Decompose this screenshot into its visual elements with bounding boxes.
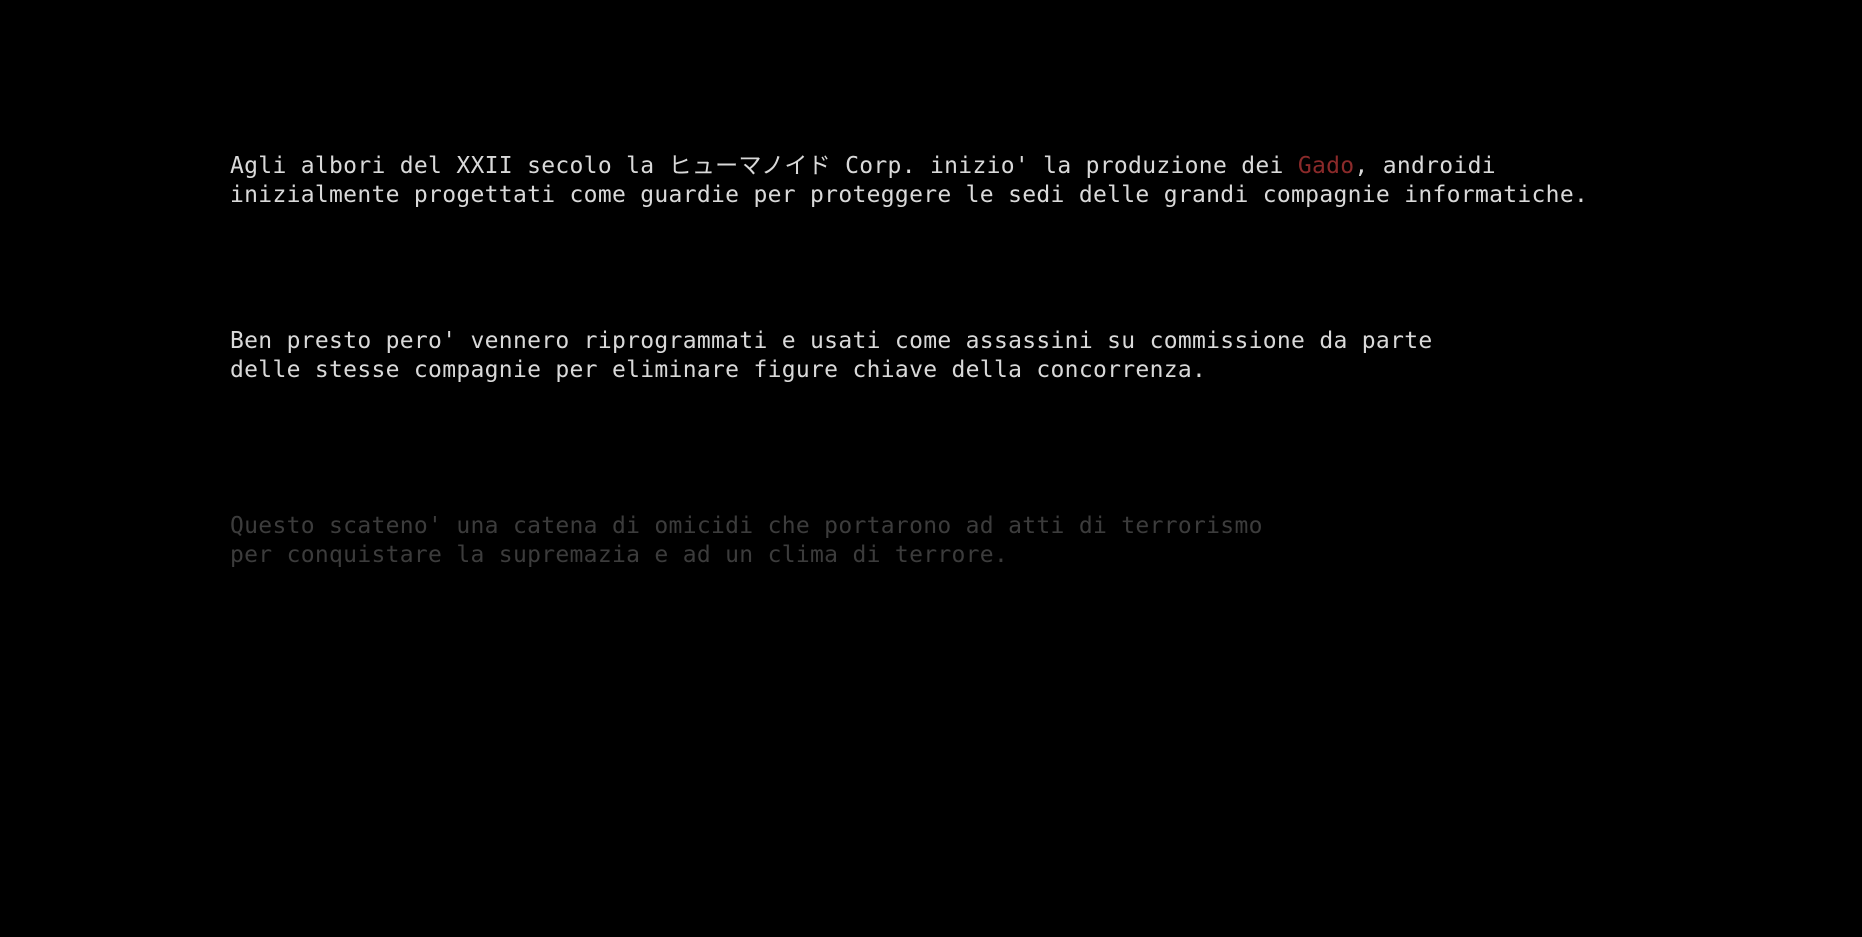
story-paragraph-1: Agli albori del XXII secolo la ヒューマノイド C… <box>230 152 1588 210</box>
story-intro-screen: Agli albori del XXII secolo la ヒューマノイド C… <box>0 0 1862 937</box>
gado-highlight: Gado <box>1297 153 1355 179</box>
story-paragraph-3-line-1: Questo scateno' una catena di omicidi ch… <box>230 513 1263 539</box>
story-paragraph-3: Questo scateno' una catena di omicidi ch… <box>230 512 1263 570</box>
story-paragraph-1-line-2: inizialmente progettati come guardie per… <box>230 182 1589 208</box>
story-line-1-text-end: , androidi <box>1354 153 1496 179</box>
story-paragraph-2-line-2: delle stesse compagnie per eliminare fig… <box>230 357 1207 383</box>
story-line-1-text-start: Agli albori del XXII secolo la ヒューマノイド C… <box>230 153 1298 179</box>
story-paragraph-2: Ben presto pero' vennero riprogrammati e… <box>230 327 1433 385</box>
story-paragraph-1-line-1: Agli albori del XXII secolo la ヒューマノイド C… <box>230 152 1588 181</box>
story-paragraph-2-line-1: Ben presto pero' vennero riprogrammati e… <box>230 328 1433 354</box>
story-paragraph-3-line-2: per conquistare la supremazia e ad un cl… <box>230 542 1009 568</box>
